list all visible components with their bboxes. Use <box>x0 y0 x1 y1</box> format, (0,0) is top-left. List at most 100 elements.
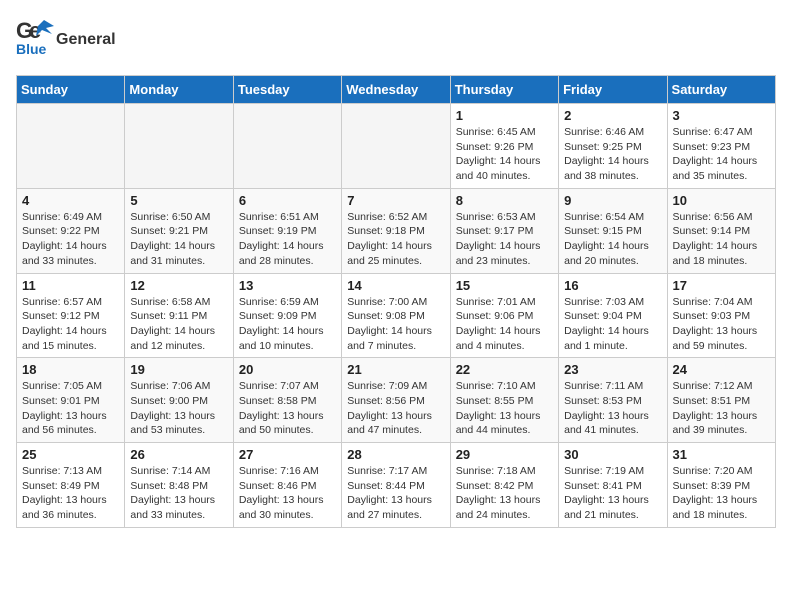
day-number: 13 <box>239 278 336 293</box>
calendar-cell: 13 Sunrise: 6:59 AM Sunset: 9:09 PM Dayli… <box>233 273 341 358</box>
col-header-monday: Monday <box>125 76 233 104</box>
calendar-cell: 9Sunrise: 6:54 AM Sunset: 9:15 PM Daylig… <box>559 188 667 273</box>
day-info: Sunrise: 7:16 AM Sunset: 8:46 PM Dayligh… <box>239 464 336 523</box>
calendar-week-5: 25 Sunrise: 7:13 AM Sunset: 8:49 PM Dayli… <box>17 443 776 528</box>
day-info: Sunrise: 7:10 AM Sunset: 8:55 PM Dayligh… <box>456 379 553 438</box>
calendar-cell: 7Sunrise: 6:52 AM Sunset: 9:18 PM Daylig… <box>342 188 450 273</box>
day-info: Sunrise: 6:45 AM Sunset: 9:26 PM Dayligh… <box>456 125 553 184</box>
logo: G e Blue General <box>16 16 116 63</box>
col-header-friday: Friday <box>559 76 667 104</box>
calendar-cell: 8 Sunrise: 6:53 AM Sunset: 9:17 PM Daylig… <box>450 188 558 273</box>
day-number: 27 <box>239 447 336 462</box>
calendar-cell: 2 Sunrise: 6:46 AM Sunset: 9:25 PM Daylig… <box>559 104 667 189</box>
day-number: 4 <box>22 193 119 208</box>
day-info: Sunrise: 7:11 AM Sunset: 8:53 PM Dayligh… <box>564 379 661 438</box>
calendar-cell: 10Sunrise: 6:56 AM Sunset: 9:14 PM Dayli… <box>667 188 775 273</box>
day-number: 21 <box>347 362 444 377</box>
calendar-table: SundayMondayTuesdayWednesdayThursdayFrid… <box>16 75 776 528</box>
page-header: G e Blue General <box>16 16 776 63</box>
calendar-week-3: 11 Sunrise: 6:57 AM Sunset: 9:12 PM Dayli… <box>17 273 776 358</box>
day-number: 31 <box>673 447 770 462</box>
calendar-cell: 4 Sunrise: 6:49 AM Sunset: 9:22 PM Daylig… <box>17 188 125 273</box>
day-info: Sunrise: 6:49 AM Sunset: 9:22 PM Dayligh… <box>22 210 119 269</box>
day-number: 23 <box>564 362 661 377</box>
calendar-cell: 25 Sunrise: 7:13 AM Sunset: 8:49 PM Dayli… <box>17 443 125 528</box>
day-info: Sunrise: 7:17 AM Sunset: 8:44 PM Dayligh… <box>347 464 444 523</box>
calendar-cell: 19 Sunrise: 7:06 AM Sunset: 9:00 PM Dayli… <box>125 358 233 443</box>
day-number: 14 <box>347 278 444 293</box>
day-info: Sunrise: 6:59 AM Sunset: 9:09 PM Dayligh… <box>239 295 336 354</box>
day-number: 6 <box>239 193 336 208</box>
calendar-week-4: 18 Sunrise: 7:05 AM Sunset: 9:01 PM Dayli… <box>17 358 776 443</box>
calendar-cell: 18 Sunrise: 7:05 AM Sunset: 9:01 PM Dayli… <box>17 358 125 443</box>
calendar-cell: 12 Sunrise: 6:58 AM Sunset: 9:11 PM Dayli… <box>125 273 233 358</box>
calendar-cell: 15Sunrise: 7:01 AM Sunset: 9:06 PM Dayli… <box>450 273 558 358</box>
day-info: Sunrise: 7:18 AM Sunset: 8:42 PM Dayligh… <box>456 464 553 523</box>
day-info: Sunrise: 7:06 AM Sunset: 9:00 PM Dayligh… <box>130 379 227 438</box>
day-number: 15 <box>456 278 553 293</box>
calendar-cell: 30Sunrise: 7:19 AM Sunset: 8:41 PM Dayli… <box>559 443 667 528</box>
calendar-cell: 14 Sunrise: 7:00 AM Sunset: 9:08 PM Dayli… <box>342 273 450 358</box>
day-info: Sunrise: 7:14 AM Sunset: 8:48 PM Dayligh… <box>130 464 227 523</box>
day-number: 30 <box>564 447 661 462</box>
day-number: 17 <box>673 278 770 293</box>
calendar-cell: 16 Sunrise: 7:03 AM Sunset: 9:04 PM Dayli… <box>559 273 667 358</box>
day-info: Sunrise: 7:00 AM Sunset: 9:08 PM Dayligh… <box>347 295 444 354</box>
calendar-cell: 31Sunrise: 7:20 AM Sunset: 8:39 PM Dayli… <box>667 443 775 528</box>
day-number: 19 <box>130 362 227 377</box>
day-number: 29 <box>456 447 553 462</box>
day-number: 16 <box>564 278 661 293</box>
day-info: Sunrise: 6:54 AM Sunset: 9:15 PM Dayligh… <box>564 210 661 269</box>
logo-general: General <box>56 31 116 49</box>
day-number: 7 <box>347 193 444 208</box>
day-number: 3 <box>673 108 770 123</box>
day-info: Sunrise: 7:13 AM Sunset: 8:49 PM Dayligh… <box>22 464 119 523</box>
calendar-cell: 5 Sunrise: 6:50 AM Sunset: 9:21 PM Daylig… <box>125 188 233 273</box>
day-number: 20 <box>239 362 336 377</box>
day-number: 18 <box>22 362 119 377</box>
day-number: 12 <box>130 278 227 293</box>
calendar-cell: 26 Sunrise: 7:14 AM Sunset: 8:48 PM Dayli… <box>125 443 233 528</box>
col-header-saturday: Saturday <box>667 76 775 104</box>
day-number: 28 <box>347 447 444 462</box>
col-header-wednesday: Wednesday <box>342 76 450 104</box>
day-info: Sunrise: 6:56 AM Sunset: 9:14 PM Dayligh… <box>673 210 770 269</box>
col-header-tuesday: Tuesday <box>233 76 341 104</box>
logo-icon: G e Blue <box>16 16 54 58</box>
day-info: Sunrise: 6:46 AM Sunset: 9:25 PM Dayligh… <box>564 125 661 184</box>
calendar-cell: 17Sunrise: 7:04 AM Sunset: 9:03 PM Dayli… <box>667 273 775 358</box>
day-info: Sunrise: 6:58 AM Sunset: 9:11 PM Dayligh… <box>130 295 227 354</box>
calendar-cell: 27 Sunrise: 7:16 AM Sunset: 8:46 PM Dayli… <box>233 443 341 528</box>
day-number: 8 <box>456 193 553 208</box>
day-number: 5 <box>130 193 227 208</box>
calendar-cell: 22 Sunrise: 7:10 AM Sunset: 8:55 PM Dayli… <box>450 358 558 443</box>
day-info: Sunrise: 6:51 AM Sunset: 9:19 PM Dayligh… <box>239 210 336 269</box>
day-info: Sunrise: 6:53 AM Sunset: 9:17 PM Dayligh… <box>456 210 553 269</box>
day-number: 11 <box>22 278 119 293</box>
day-info: Sunrise: 6:50 AM Sunset: 9:21 PM Dayligh… <box>130 210 227 269</box>
svg-text:Blue: Blue <box>16 41 47 57</box>
calendar-header-row: SundayMondayTuesdayWednesdayThursdayFrid… <box>17 76 776 104</box>
day-info: Sunrise: 7:05 AM Sunset: 9:01 PM Dayligh… <box>22 379 119 438</box>
col-header-thursday: Thursday <box>450 76 558 104</box>
day-number: 24 <box>673 362 770 377</box>
day-info: Sunrise: 6:57 AM Sunset: 9:12 PM Dayligh… <box>22 295 119 354</box>
day-number: 2 <box>564 108 661 123</box>
day-number: 22 <box>456 362 553 377</box>
calendar-cell: 1 Sunrise: 6:45 AM Sunset: 9:26 PM Daylig… <box>450 104 558 189</box>
day-info: Sunrise: 7:07 AM Sunset: 8:58 PM Dayligh… <box>239 379 336 438</box>
calendar-cell: 28 Sunrise: 7:17 AM Sunset: 8:44 PM Dayli… <box>342 443 450 528</box>
calendar-cell <box>233 104 341 189</box>
calendar-cell: 3Sunrise: 6:47 AM Sunset: 9:23 PM Daylig… <box>667 104 775 189</box>
col-header-sunday: Sunday <box>17 76 125 104</box>
calendar-cell: 21Sunrise: 7:09 AM Sunset: 8:56 PM Dayli… <box>342 358 450 443</box>
day-number: 26 <box>130 447 227 462</box>
day-info: Sunrise: 7:03 AM Sunset: 9:04 PM Dayligh… <box>564 295 661 354</box>
calendar-cell: 29 Sunrise: 7:18 AM Sunset: 8:42 PM Dayli… <box>450 443 558 528</box>
day-info: Sunrise: 7:12 AM Sunset: 8:51 PM Dayligh… <box>673 379 770 438</box>
calendar-cell: 6 Sunrise: 6:51 AM Sunset: 9:19 PM Daylig… <box>233 188 341 273</box>
calendar-cell <box>125 104 233 189</box>
day-number: 1 <box>456 108 553 123</box>
calendar-cell: 24 Sunrise: 7:12 AM Sunset: 8:51 PM Dayli… <box>667 358 775 443</box>
day-number: 25 <box>22 447 119 462</box>
